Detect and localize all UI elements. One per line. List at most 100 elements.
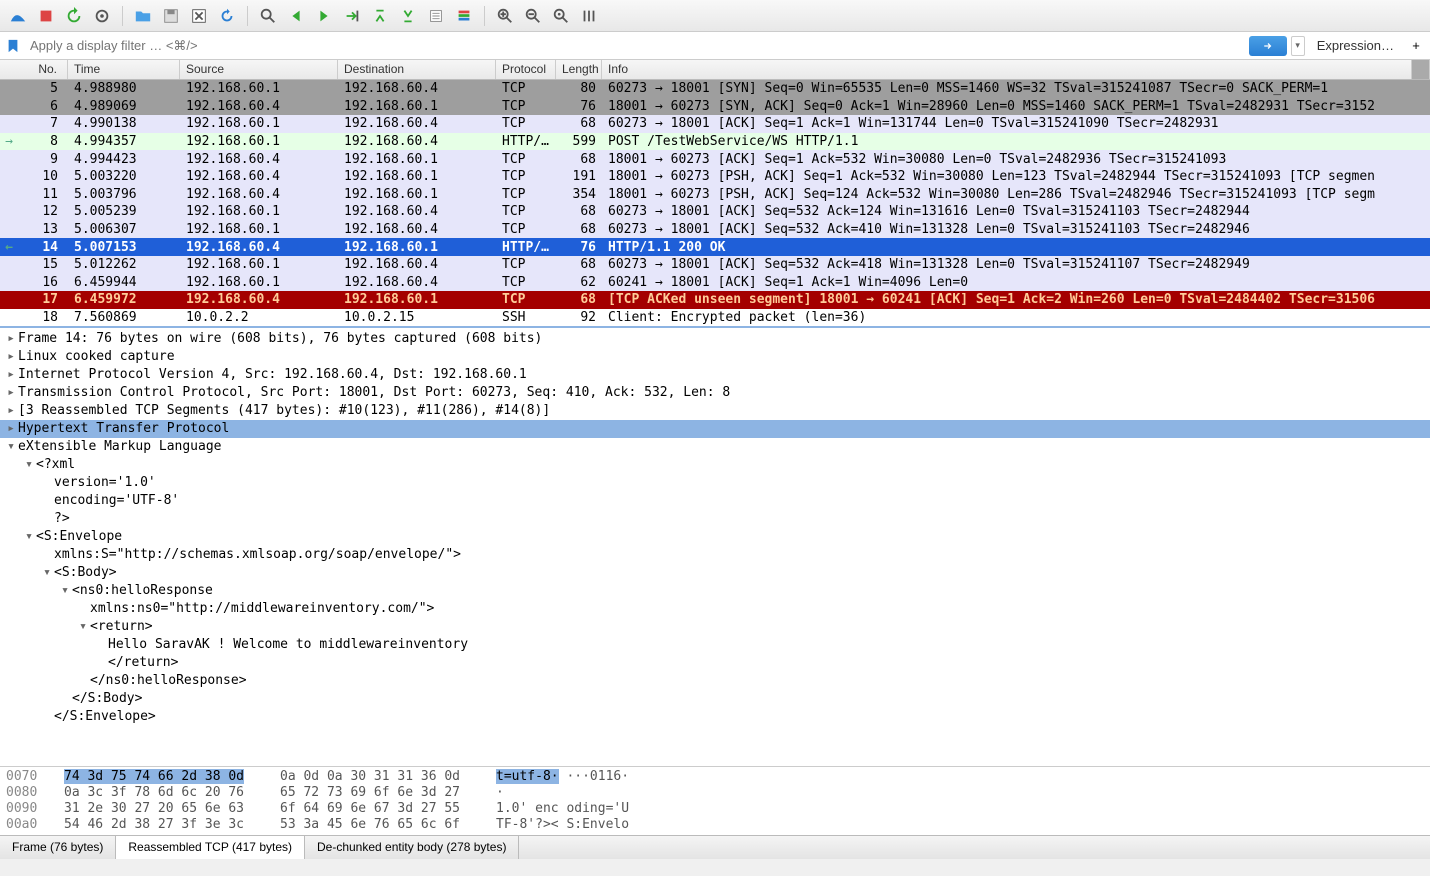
return-text[interactable]: Hello SaravAK ! Welcome to middlewareinv… <box>108 636 468 654</box>
packet-row[interactable]: 94.994423192.168.60.4192.168.60.1TCP6818… <box>0 150 1430 168</box>
separator <box>122 6 123 26</box>
col-length[interactable]: Length <box>556 60 602 79</box>
first-icon[interactable] <box>368 4 392 28</box>
expand-icon[interactable]: ▸ <box>4 330 18 348</box>
expand-icon[interactable]: ▸ <box>4 420 18 438</box>
frame-line[interactable]: Frame 14: 76 bytes on wire (608 bits), 7… <box>18 330 542 348</box>
packet-bytes[interactable]: 007074 3d 75 74 66 2d 38 0d0a 0d 0a 30 3… <box>0 766 1430 835</box>
packet-row[interactable]: ←145.007153192.168.60.4192.168.60.1HTTP/… <box>0 238 1430 256</box>
bytes-tab[interactable]: De-chunked entity body (278 bytes) <box>305 836 519 859</box>
xml-decl[interactable]: <?xml <box>36 456 75 474</box>
separator <box>484 6 485 26</box>
colorize-icon[interactable] <box>452 4 476 28</box>
col-no[interactable]: No. <box>0 60 68 79</box>
last-icon[interactable] <box>396 4 420 28</box>
collapse-icon[interactable]: ▾ <box>22 528 36 546</box>
packet-details[interactable]: ▸Frame 14: 76 bytes on wire (608 bits), … <box>0 326 1430 766</box>
save-icon[interactable] <box>159 4 183 28</box>
return-open[interactable]: <return> <box>90 618 153 636</box>
collapse-icon[interactable]: ▾ <box>22 456 36 474</box>
packet-list-header: No. Time Source Destination Protocol Len… <box>0 60 1430 80</box>
body-close[interactable]: </S:Body> <box>72 690 142 708</box>
restart-icon[interactable] <box>62 4 86 28</box>
zoom-out-icon[interactable] <box>521 4 545 28</box>
separator <box>247 6 248 26</box>
col-info[interactable]: Info <box>602 60 1412 79</box>
body-open[interactable]: <S:Body> <box>54 564 117 582</box>
col-protocol[interactable]: Protocol <box>496 60 556 79</box>
reload-icon[interactable] <box>215 4 239 28</box>
linux-line[interactable]: Linux cooked capture <box>18 348 175 366</box>
xml-close[interactable]: ?> <box>54 510 70 528</box>
packet-row[interactable]: 155.012262192.168.60.1192.168.60.4TCP686… <box>0 256 1430 274</box>
collapse-icon[interactable]: ▾ <box>58 582 72 600</box>
filter-dropdown[interactable]: ▾ <box>1291 36 1305 56</box>
close-icon[interactable] <box>187 4 211 28</box>
shark-fin-icon[interactable] <box>6 4 30 28</box>
next-icon[interactable] <box>312 4 336 28</box>
col-time[interactable]: Time <box>68 60 180 79</box>
return-close[interactable]: </return> <box>108 654 178 672</box>
collapse-icon[interactable]: ▾ <box>40 564 54 582</box>
filter-input[interactable] <box>26 34 1245 57</box>
packet-row[interactable]: 187.56086910.0.2.210.0.2.15SSH92Client: … <box>0 309 1430 327</box>
packet-row[interactable]: 74.990138192.168.60.1192.168.60.4TCP6860… <box>0 115 1430 133</box>
collapse-icon[interactable]: ▾ <box>76 618 90 636</box>
envelope-close[interactable]: </S:Envelope> <box>54 708 156 726</box>
goto-icon[interactable] <box>340 4 364 28</box>
col-destination[interactable]: Destination <box>338 60 496 79</box>
response-open[interactable]: <ns0:helloResponse <box>72 582 213 600</box>
open-icon[interactable] <box>131 4 155 28</box>
apply-filter-button[interactable] <box>1249 36 1287 56</box>
bytes-tab[interactable]: Reassembled TCP (417 bytes) <box>116 836 305 859</box>
packet-row[interactable]: 54.988980192.168.60.1192.168.60.4TCP8060… <box>0 80 1430 98</box>
packet-row[interactable]: 105.003220192.168.60.4192.168.60.1TCP191… <box>0 168 1430 186</box>
main-toolbar <box>0 0 1430 32</box>
autoscroll-icon[interactable] <box>424 4 448 28</box>
packet-list: No. Time Source Destination Protocol Len… <box>0 60 1430 326</box>
add-filter-button[interactable]: + <box>1406 38 1426 53</box>
tcp-line[interactable]: Transmission Control Protocol, Src Port:… <box>18 384 730 402</box>
http-line[interactable]: Hypertext Transfer Protocol <box>18 420 229 438</box>
packet-row[interactable]: 176.459972192.168.60.4192.168.60.1TCP68[… <box>0 291 1430 309</box>
zoom-reset-icon[interactable] <box>549 4 573 28</box>
envelope-open[interactable]: <S:Envelope <box>36 528 122 546</box>
prev-icon[interactable] <box>284 4 308 28</box>
hex-row[interactable]: 00800a 3c 3f 78 6d 6c 20 7665 72 73 69 6… <box>6 785 1424 801</box>
filter-bar: ▾ Expression… + <box>0 32 1430 60</box>
find-icon[interactable] <box>256 4 280 28</box>
reasm-line[interactable]: [3 Reassembled TCP Segments (417 bytes):… <box>18 402 550 420</box>
expand-icon[interactable]: ▸ <box>4 366 18 384</box>
col-marker <box>1412 60 1430 79</box>
xml-encoding[interactable]: encoding='UTF-8' <box>54 492 179 510</box>
hex-row[interactable]: 00a054 46 2d 38 27 3f 3e 3c53 3a 45 6e 7… <box>6 817 1424 833</box>
packet-row[interactable]: →84.994357192.168.60.1192.168.60.4HTTP/…… <box>0 133 1430 151</box>
expand-icon[interactable]: ▸ <box>4 402 18 420</box>
bytes-tabs: Frame (76 bytes)Reassembled TCP (417 byt… <box>0 835 1430 859</box>
packet-row[interactable]: 125.005239192.168.60.1192.168.60.4TCP686… <box>0 203 1430 221</box>
expand-icon[interactable]: ▸ <box>4 348 18 366</box>
packet-row[interactable]: 64.989069192.168.60.4192.168.60.1TCP7618… <box>0 98 1430 116</box>
hex-row[interactable]: 009031 2e 30 27 20 65 6e 636f 64 69 6e 6… <box>6 801 1424 817</box>
col-source[interactable]: Source <box>180 60 338 79</box>
zoom-in-icon[interactable] <box>493 4 517 28</box>
packet-row[interactable]: 135.006307192.168.60.1192.168.60.4TCP686… <box>0 221 1430 239</box>
expand-icon[interactable]: ▸ <box>4 384 18 402</box>
ip-line[interactable]: Internet Protocol Version 4, Src: 192.16… <box>18 366 527 384</box>
packet-row[interactable]: 166.459944192.168.60.1192.168.60.4TCP626… <box>0 274 1430 292</box>
expression-button[interactable]: Expression… <box>1309 38 1402 53</box>
options-icon[interactable] <box>90 4 114 28</box>
stop-icon[interactable] <box>34 4 58 28</box>
packet-list-body[interactable]: 54.988980192.168.60.1192.168.60.4TCP8060… <box>0 80 1430 326</box>
response-close[interactable]: </ns0:helloResponse> <box>90 672 247 690</box>
resize-cols-icon[interactable] <box>577 4 601 28</box>
xml-version[interactable]: version='1.0' <box>54 474 156 492</box>
xml-line[interactable]: eXtensible Markup Language <box>18 438 222 456</box>
bytes-tab[interactable]: Frame (76 bytes) <box>0 836 116 859</box>
bookmark-icon[interactable] <box>4 37 22 55</box>
response-ns[interactable]: xmlns:ns0="http://middlewareinventory.co… <box>90 600 434 618</box>
hex-row[interactable]: 007074 3d 75 74 66 2d 38 0d0a 0d 0a 30 3… <box>6 769 1424 785</box>
collapse-icon[interactable]: ▾ <box>4 438 18 456</box>
envelope-ns[interactable]: xmlns:S="http://schemas.xmlsoap.org/soap… <box>54 546 461 564</box>
packet-row[interactable]: 115.003796192.168.60.4192.168.60.1TCP354… <box>0 186 1430 204</box>
